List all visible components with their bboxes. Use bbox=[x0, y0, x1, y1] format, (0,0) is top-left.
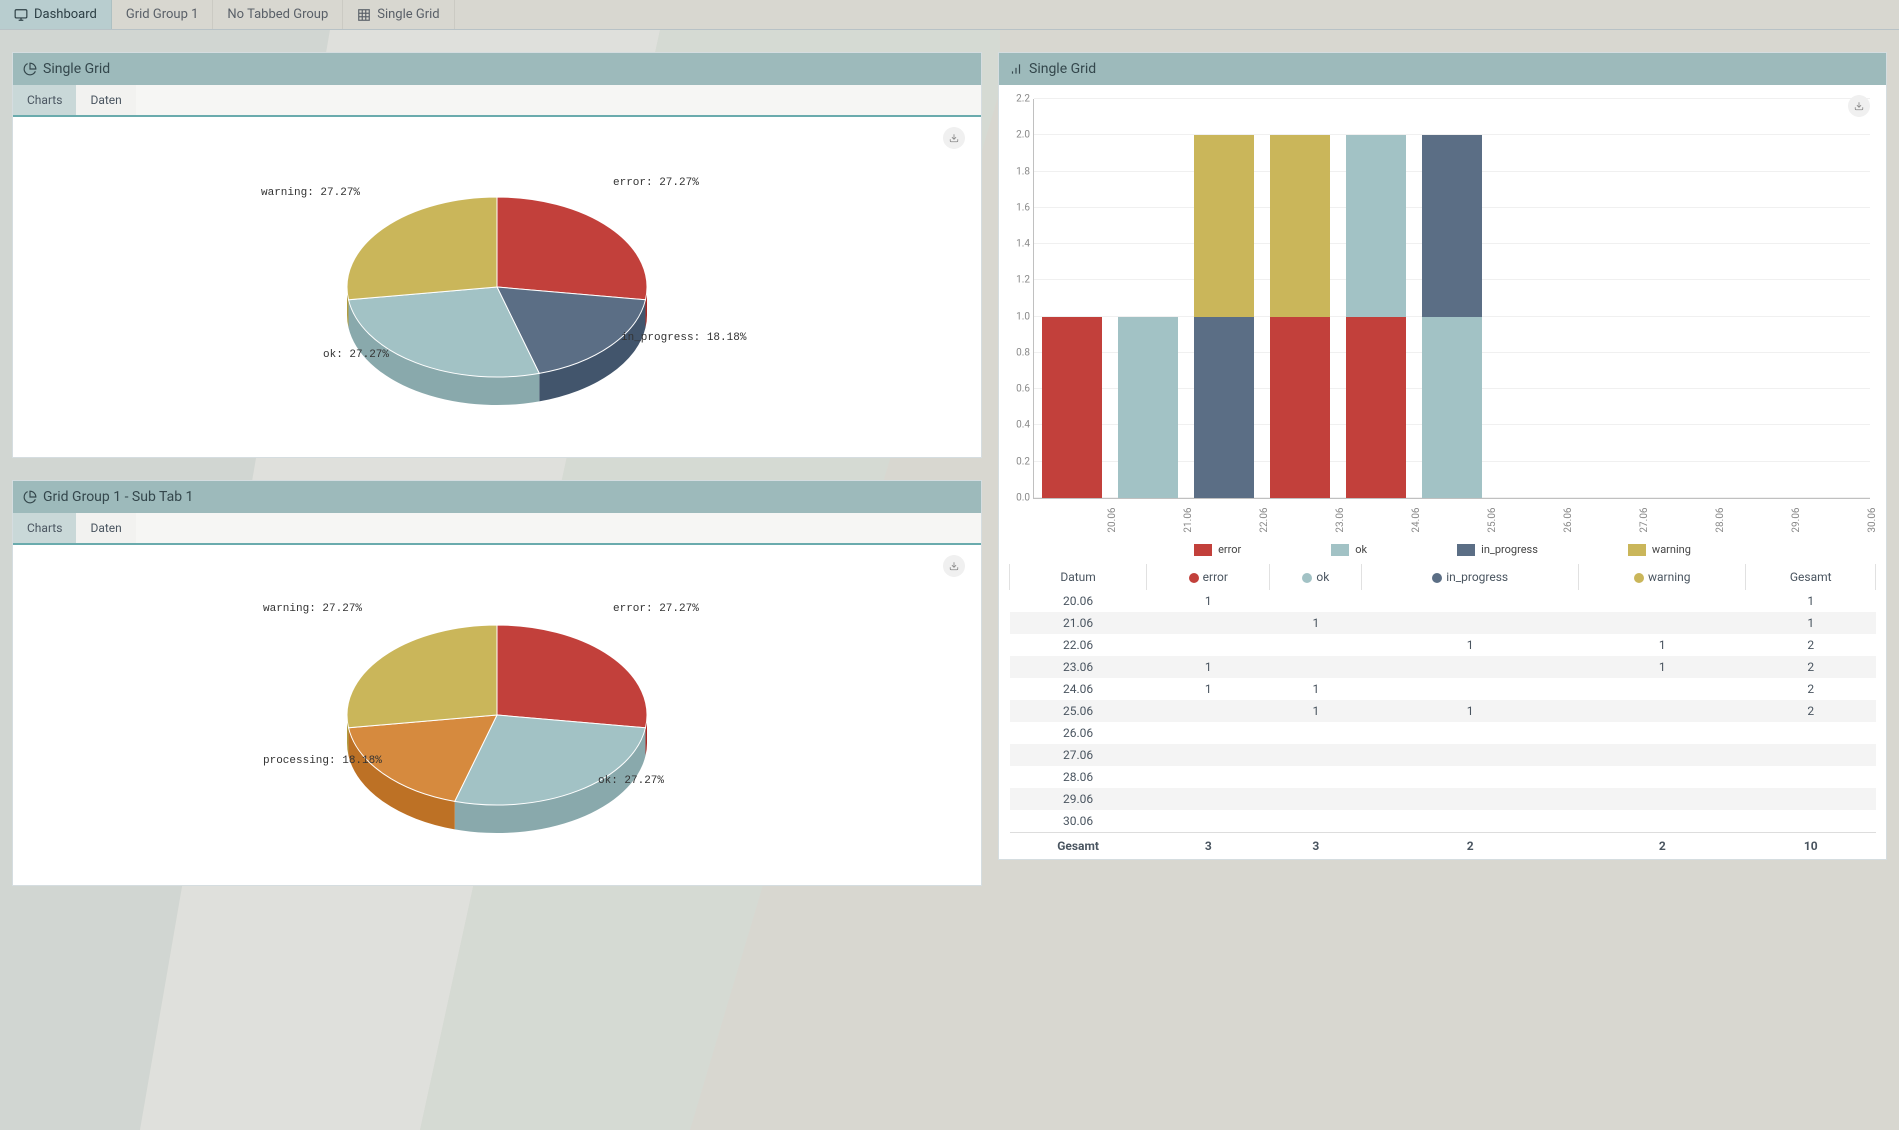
pie-chart-area: error: 27.27% ok: 27.27% processing: 18.… bbox=[13, 545, 981, 885]
table-row: 27.06 bbox=[1010, 744, 1876, 766]
table-row: 26.06 bbox=[1010, 722, 1876, 744]
pie-label-ok: ok: 27.27% bbox=[323, 349, 389, 361]
table-row: 22.06112 bbox=[1010, 634, 1876, 656]
table-row: 25.06112 bbox=[1010, 700, 1876, 722]
legend-error: error bbox=[1194, 543, 1241, 556]
col-datum[interactable]: Datum bbox=[1010, 564, 1147, 590]
pie-label-ok: ok: 27.27% bbox=[598, 775, 664, 787]
panel-header: Grid Group 1 - Sub Tab 1 bbox=[13, 481, 981, 513]
tab-label: Dashboard bbox=[34, 7, 97, 22]
grid-icon bbox=[357, 8, 371, 22]
panel-header: Single Grid bbox=[13, 53, 981, 85]
pie-label-error: error: 27.27% bbox=[613, 603, 699, 615]
subtab-charts[interactable]: Charts bbox=[13, 85, 76, 115]
col-gesamt[interactable]: Gesamt bbox=[1746, 564, 1876, 590]
download-button[interactable] bbox=[943, 555, 965, 577]
panel-single-grid-bar: Single Grid 0.00.20.40.60.81.01.21.41.61… bbox=[998, 52, 1887, 860]
tab-no-tabbed-group[interactable]: No Tabbed Group bbox=[213, 0, 343, 29]
table-row: 29.06 bbox=[1010, 788, 1876, 810]
legend-warning: warning bbox=[1628, 543, 1691, 556]
col-error[interactable]: error bbox=[1147, 564, 1270, 590]
subtab-daten[interactable]: Daten bbox=[76, 85, 135, 115]
tab-label: No Tabbed Group bbox=[227, 7, 328, 22]
pie-label-error: error: 27.27% bbox=[613, 177, 699, 189]
subtab-charts[interactable]: Charts bbox=[13, 513, 76, 543]
tab-label: Grid Group 1 bbox=[126, 7, 199, 22]
col-ok[interactable]: ok bbox=[1270, 564, 1362, 590]
table-row: 28.06 bbox=[1010, 766, 1876, 788]
download-icon bbox=[949, 561, 959, 571]
pie-chart-icon bbox=[23, 62, 37, 76]
download-icon bbox=[949, 133, 959, 143]
table-row: 20.0611 bbox=[1010, 590, 1876, 612]
tab-grid-group-1[interactable]: Grid Group 1 bbox=[112, 0, 214, 29]
panel-title: Single Grid bbox=[43, 61, 110, 77]
pie-chart bbox=[327, 157, 667, 417]
table-row: 21.0611 bbox=[1010, 612, 1876, 634]
panel-subtabs: Charts Daten bbox=[13, 85, 981, 117]
pie-chart-area: error: 27.27% in_progress: 18.18% ok: 27… bbox=[13, 117, 981, 457]
table-row: 23.06112 bbox=[1010, 656, 1876, 678]
tab-dashboard[interactable]: Dashboard bbox=[0, 0, 112, 29]
bar-legend: error ok in_progress warning bbox=[1009, 499, 1876, 564]
monitor-icon bbox=[14, 8, 28, 22]
panel-subtabs: Charts Daten bbox=[13, 513, 981, 545]
col-in-progress[interactable]: in_progress bbox=[1362, 564, 1579, 590]
pie-label-processing: processing: 18.18% bbox=[263, 755, 382, 767]
pie-label-in-progress: in_progress: 18.18% bbox=[621, 332, 746, 344]
data-table: Datum error ok in_progress warning Gesam… bbox=[1009, 564, 1876, 859]
table-footer-row: Gesamt 3 3 2 2 10 bbox=[1010, 833, 1876, 860]
panel-header: Single Grid bbox=[999, 53, 1886, 85]
tab-label: Single Grid bbox=[377, 7, 439, 22]
pie-label-warning: warning: 27.27% bbox=[263, 603, 362, 615]
col-warning[interactable]: warning bbox=[1579, 564, 1746, 590]
bar-chart-area: 0.00.20.40.60.81.01.21.41.61.82.02.220.0… bbox=[999, 85, 1886, 859]
bar-chart-icon bbox=[1009, 62, 1023, 76]
table-row: 30.06 bbox=[1010, 810, 1876, 833]
pie-chart-icon bbox=[23, 490, 37, 504]
panel-title: Single Grid bbox=[1029, 61, 1096, 77]
panel-title: Grid Group 1 - Sub Tab 1 bbox=[43, 489, 193, 505]
subtab-daten[interactable]: Daten bbox=[76, 513, 135, 543]
panel-single-grid-pie: Single Grid Charts Daten error: 27.27% i… bbox=[12, 52, 982, 458]
top-nav: Dashboard Grid Group 1 No Tabbed Group S… bbox=[0, 0, 1899, 30]
bar-plot: 0.00.20.40.60.81.01.21.41.61.82.02.220.0… bbox=[1033, 99, 1870, 499]
download-button[interactable] bbox=[943, 127, 965, 149]
pie-label-warning: warning: 27.27% bbox=[261, 187, 360, 199]
panel-grid-group-1-pie: Grid Group 1 - Sub Tab 1 Charts Daten er… bbox=[12, 480, 982, 886]
tab-single-grid[interactable]: Single Grid bbox=[343, 0, 454, 29]
table-row: 24.06112 bbox=[1010, 678, 1876, 700]
pie-chart bbox=[327, 585, 667, 845]
